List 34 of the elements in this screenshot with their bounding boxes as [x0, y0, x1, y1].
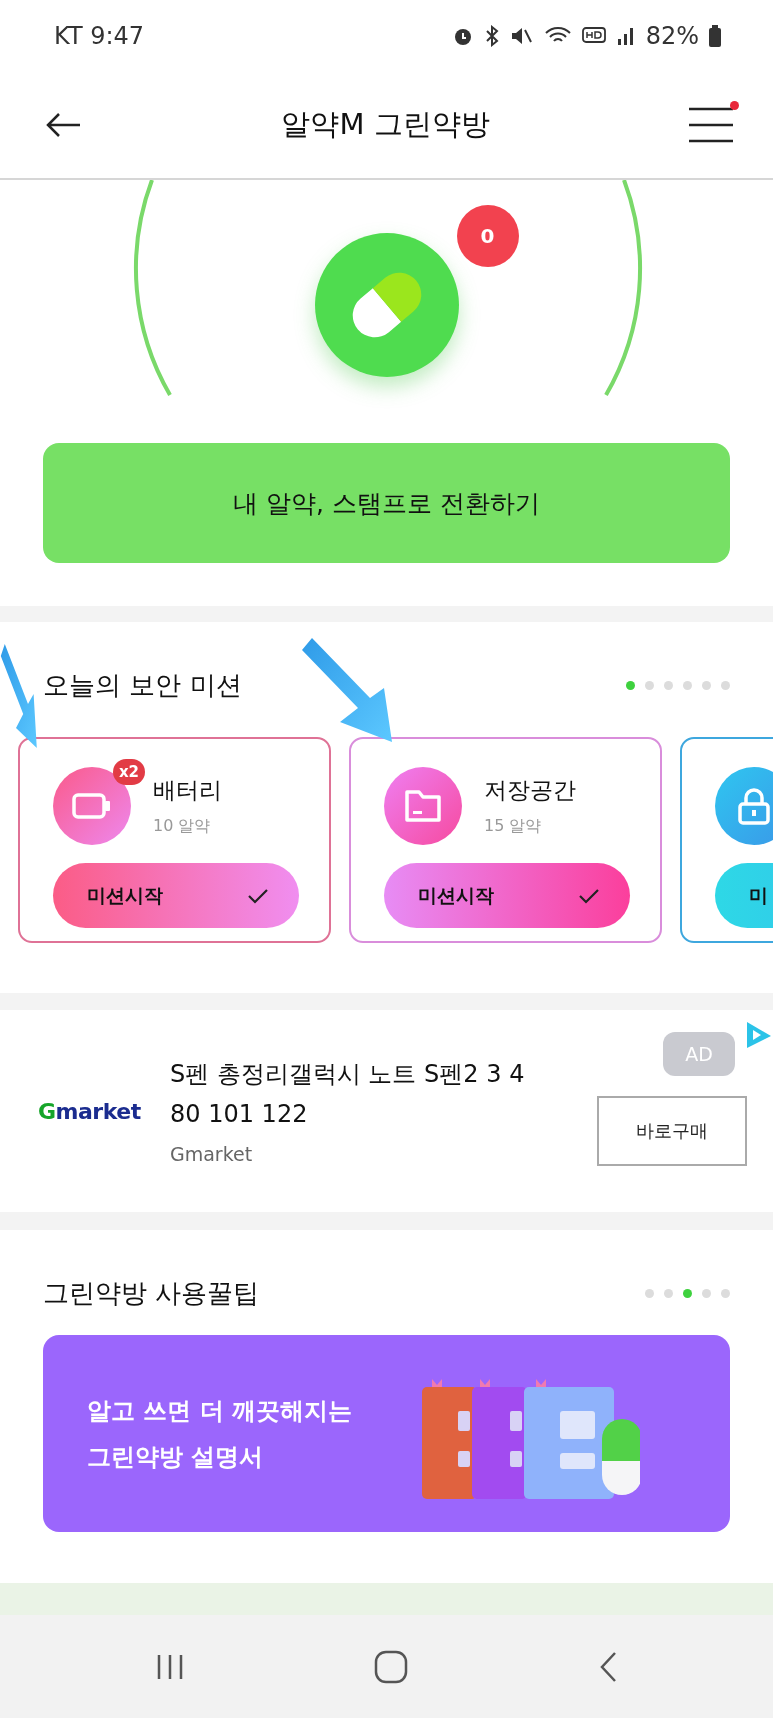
signal-icon	[615, 26, 636, 46]
mission-start-button[interactable]: 미션시작	[384, 863, 630, 928]
mission-start-button[interactable]: 미	[715, 863, 773, 928]
ad-title-line[interactable]: S펜 총정리갤럭시 노트 S펜2 3 4	[170, 1057, 597, 1091]
battery-percent: 82%	[645, 22, 699, 50]
battery-icon	[709, 25, 721, 47]
ad-source: Gmarket	[170, 1143, 254, 1165]
battery-icon	[72, 793, 112, 819]
mission-title: 배터리	[153, 776, 222, 805]
buy-now-button[interactable]: 바로구매	[597, 1096, 747, 1166]
hd-icon	[581, 26, 606, 46]
check-icon	[578, 887, 600, 904]
mission-start-button[interactable]: 미션시작	[53, 863, 299, 928]
brand-logo: Gmarket	[38, 1098, 142, 1124]
carrier-time: KT 9:47	[54, 22, 145, 50]
section-title: 그린약방 사용꿀팁	[43, 1276, 260, 1310]
banner-text: 알고 쓰면 더 깨끗해지는	[87, 1395, 353, 1427]
bluetooth-icon	[483, 25, 500, 47]
ad-title-line[interactable]: 80 101 122	[170, 1097, 597, 1131]
count-badge: 0	[456, 205, 519, 267]
mission-title: 저장공간	[484, 776, 576, 805]
convert-button[interactable]: 내 알약, 스탬프로 전환하기	[43, 443, 730, 563]
folder-icon	[404, 789, 442, 823]
lock-icon	[737, 787, 771, 825]
mission-reward: 15 알약	[484, 816, 543, 837]
home-icon[interactable]	[373, 1649, 408, 1684]
section-title: 오늘의 보안 미션	[43, 668, 242, 702]
banner-text: 그린약방 설명서	[87, 1441, 265, 1473]
guide-banner[interactable]: 알고 쓰면 더 깨끗해지는 그린약방 설명서	[43, 1335, 730, 1532]
page-title: 알약M 그린약방	[281, 106, 490, 143]
multiplier-badge: x2	[112, 759, 145, 785]
mission-reward: 10 알약	[153, 816, 212, 837]
check-icon	[247, 887, 269, 904]
mute-icon	[509, 25, 534, 47]
